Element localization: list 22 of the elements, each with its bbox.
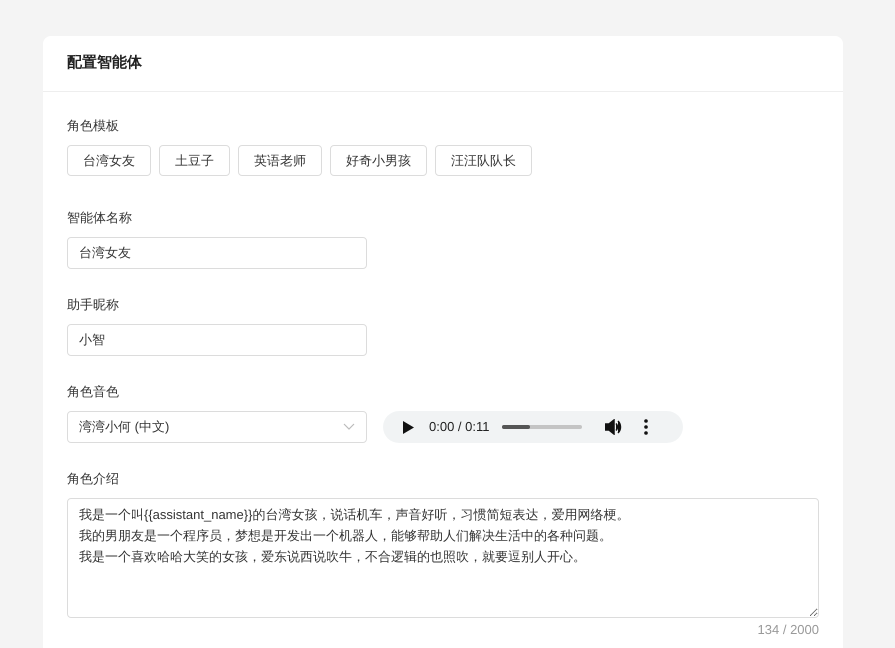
chevron-down-icon <box>343 423 355 431</box>
play-icon[interactable] <box>403 420 414 434</box>
template-button[interactable]: 好奇小男孩 <box>330 145 427 176</box>
volume-icon[interactable] <box>605 419 622 435</box>
template-button[interactable]: 台湾女友 <box>67 145 151 176</box>
field-label: 助手昵称 <box>67 296 119 314</box>
template-button[interactable]: 英语老师 <box>238 145 322 176</box>
field-label: 角色模板 <box>67 117 119 135</box>
more-icon[interactable] <box>644 419 648 435</box>
intro-textarea[interactable]: 我是一个叫{{assistant_name}}的台湾女孩，说话机车，声音好听，习惯简短表达，爱用网络梗。 我的男朋友是一个程序员，梦想是开发出一个机器人，能够帮助人们解决生活中的各种问题。 我是一个喜欢哈哈大笑的女孩，爱东说西说吹牛，不合逻辑的也照吹，就要逗别人开心。 <box>67 498 819 618</box>
voice-select[interactable]: 湾湾小何 (中文) <box>67 411 367 443</box>
playback-time: 0:00 / 0:11 <box>429 418 490 436</box>
template-button[interactable]: 汪汪队队长 <box>435 145 532 176</box>
field-label: 角色音色 <box>67 383 119 401</box>
card-title: 配置智能体 <box>67 53 142 74</box>
nickname-field[interactable]: 小智 <box>67 324 367 356</box>
field-label: 智能体名称 <box>67 209 132 227</box>
seek-track[interactable] <box>502 425 582 429</box>
template-button[interactable]: 土豆子 <box>159 145 230 176</box>
field-label: 角色介绍 <box>67 470 119 488</box>
name-field[interactable]: 台湾女友 <box>67 237 367 269</box>
character-counter: 134 / 2000 <box>758 621 819 639</box>
